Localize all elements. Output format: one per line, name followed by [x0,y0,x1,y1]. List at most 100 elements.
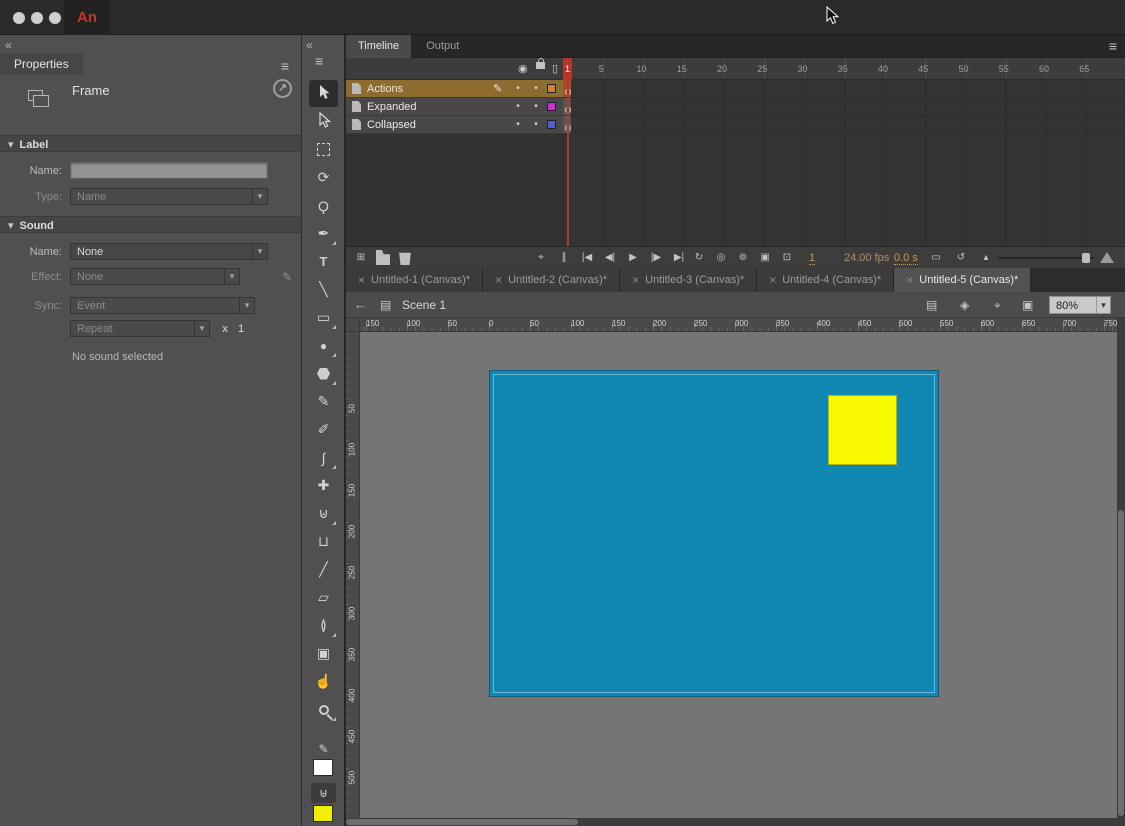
center-stage-icon[interactable]: ⌖ [994,298,1001,313]
asset-warp-tool-button[interactable]: ✚ [309,472,338,499]
layer-color-swatch[interactable] [547,102,556,111]
frame-rate-value[interactable]: 24.00 fps [844,252,889,264]
center-frame-icon[interactable]: ⌖ [534,250,548,265]
current-frame-value[interactable]: 1 [809,252,815,265]
layer-visibility-dot[interactable]: • [509,119,527,130]
playhead-marker[interactable]: 1 [563,58,572,80]
tools-menu-icon[interactable]: ≡ [315,54,323,68]
width-tool-button[interactable]: ≬ [309,612,338,639]
tab-timeline[interactable]: Timeline [346,35,411,58]
elapsed-time-value[interactable]: 0.0 s [894,252,918,265]
pen-tool-button[interactable]: ✒ [309,220,338,247]
layer-frame-row[interactable] [563,98,1125,116]
first-frame-icon[interactable]: |◀ [580,250,594,265]
slider-thumb[interactable] [1082,253,1090,263]
layer-visibility-dot[interactable]: • [509,83,527,94]
document-tab[interactable]: ×Untitled-4 (Canvas)* [757,268,894,292]
layer-row-expanded[interactable]: Expanded•• [346,98,563,116]
edit-effect-pencil-icon[interactable]: ✎ [282,270,292,284]
close-tab-icon[interactable]: × [769,273,776,287]
oval-tool-button[interactable]: ● [309,332,338,359]
collapse-tools-icon[interactable]: « [306,38,313,52]
timeline-frame-ruler[interactable]: 5101520253035404550556065 [563,58,1125,80]
pasteboard[interactable] [360,332,1117,818]
timeline-zoom-slider[interactable] [998,257,1094,259]
timeline-menu-icon[interactable]: ≡ [1109,39,1117,53]
layer-color-swatch[interactable] [547,120,556,129]
layer-lock-dot[interactable]: • [527,101,545,112]
onion-outlines-icon[interactable]: ⊚ [736,250,750,265]
document-tab[interactable]: ×Untitled-2 (Canvas)* [483,268,620,292]
layer-visibility-dot[interactable]: • [509,101,527,112]
edit-scene-icon[interactable]: ▤ [926,298,937,312]
close-window-button[interactable] [13,12,25,24]
eyedropper-tool-button[interactable]: ╱ [309,556,338,583]
classic-brush-tool-button[interactable]: ∫ [309,444,338,471]
line-tool-button[interactable]: ╲ [309,276,338,303]
sound-name-dropdown[interactable]: None ▾ [70,243,268,260]
paint-bucket-tool-button[interactable]: ⊎ [309,500,338,527]
repeat-count-value[interactable]: 1 [238,323,244,335]
lock-icon[interactable] [536,62,545,69]
document-tab[interactable]: ×Untitled-3 (Canvas)* [620,268,757,292]
paint-brush-tool-button[interactable]: ✐ [309,416,338,443]
outline-icon[interactable]: ▯ [552,62,558,75]
preview-icon[interactable]: ▭ [929,250,943,265]
eye-icon[interactable]: ◉ [518,62,528,75]
ink-bottle-tool-button[interactable]: ⊔ [309,528,338,555]
play-icon[interactable]: ▶ [626,250,640,265]
quick-share-icon[interactable]: ↗ [273,79,292,98]
text-tool-button[interactable]: T [309,248,338,275]
layer-row-actions[interactable]: Actions✎•• [346,80,563,98]
new-layer-icon[interactable]: ⊞ [354,250,368,265]
vertical-scrollbar[interactable] [1117,318,1125,818]
horizontal-scrollbar-thumb[interactable] [346,819,578,825]
stage[interactable] [489,370,939,697]
edit-multiple-frames-icon[interactable]: ▣ [758,250,772,265]
clip-content-icon[interactable]: ▣ [1022,298,1033,312]
layer-frame-row[interactable] [563,80,1125,98]
document-tab[interactable]: ×Untitled-5 (Canvas)* [894,268,1031,292]
sound-section-header[interactable]: ▾Sound [0,216,301,233]
layer-color-swatch[interactable] [547,84,556,93]
edit-symbols-icon[interactable]: ◈ [960,298,969,312]
tab-output[interactable]: Output [414,35,471,58]
label-section-header[interactable]: ▾Label [0,135,301,152]
rotation-tool-button[interactable]: ⟳ [309,164,338,191]
hand-tool-button[interactable]: ☝ [309,668,338,695]
layer-row-collapsed[interactable]: Collapsed•• [346,116,563,134]
sound-repeat-dropdown[interactable]: Repeat ▾ [70,320,210,337]
eraser-tool-button[interactable]: ▱ [309,584,338,611]
next-frame-icon[interactable]: |▶ [649,250,663,265]
frame-view-icon[interactable] [1100,252,1114,263]
playhead-line[interactable] [567,80,569,246]
reset-icon[interactable]: ↺ [954,250,968,265]
maximize-window-button[interactable] [49,12,61,24]
caret-icon[interactable]: ▴ [979,250,993,265]
layer-frame-row[interactable] [563,116,1125,134]
label-type-dropdown[interactable]: Name ▾ [70,188,268,205]
free-transform-tool-button[interactable] [309,136,338,163]
lasso-tool-button[interactable]: Ϙ [309,192,338,219]
timeline-frame-grid[interactable] [563,80,1125,246]
horizontal-scrollbar[interactable] [346,818,1117,826]
new-folder-icon[interactable] [376,250,390,265]
sound-effect-dropdown[interactable]: None ▾ [70,268,240,285]
sound-sync-dropdown[interactable]: Event ▾ [70,297,255,314]
loop-range-icon[interactable]: ∥ [557,250,571,265]
zoom-level-dropdown[interactable]: 80% ▾ [1049,296,1111,314]
close-tab-icon[interactable]: × [632,273,639,287]
fill-color-swatch[interactable] [313,805,333,822]
vertical-scrollbar-thumb[interactable] [1118,510,1124,816]
label-name-input[interactable] [70,162,268,179]
minimize-window-button[interactable] [31,12,43,24]
subselection-tool-button[interactable] [309,108,338,135]
prev-frame-icon[interactable]: ◀| [603,250,617,265]
layer-lock-dot[interactable]: • [527,83,545,94]
tab-properties[interactable]: Properties [0,53,83,75]
stroke-color-swatch[interactable] [313,759,333,776]
selection-tool-button[interactable] [309,80,338,107]
rectangle-tool-button[interactable]: ▭ [309,304,338,331]
back-icon[interactable]: ← [354,297,367,312]
yellow-rectangle-shape[interactable] [828,395,897,465]
